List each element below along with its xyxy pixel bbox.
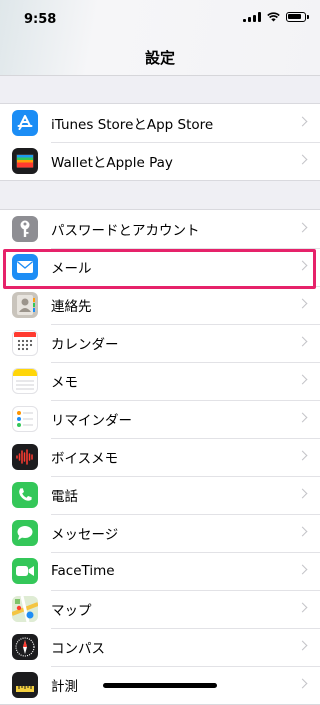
chevron-right-icon (297, 602, 308, 613)
settings-row-voice-memos[interactable]: ボイスメモ (0, 438, 320, 476)
settings-row-label: iTunes StoreとApp Store (51, 117, 214, 133)
voice-memos-icon (12, 444, 38, 470)
calendar-icon (12, 330, 38, 356)
chevron-right-icon (297, 488, 308, 499)
settings-row-label: FaceTime (51, 563, 115, 579)
cellular-signal-icon (243, 12, 261, 22)
chevron-right-icon (297, 298, 308, 309)
phone-icon (12, 482, 38, 508)
settings-group-apps: パスワードとアカウント メール 連絡先 カレンダー メモ リマインダー ボイスメ… (0, 209, 320, 705)
home-indicator[interactable] (103, 683, 217, 688)
settings-row-label: コンパス (51, 641, 105, 657)
notes-icon (12, 368, 38, 394)
settings-row-phone[interactable]: 電話 (0, 476, 320, 514)
wallet-icon (12, 148, 38, 174)
chevron-right-icon (297, 640, 308, 651)
maps-icon (12, 596, 38, 622)
settings-row-wallet[interactable]: WalletとApple Pay (0, 142, 320, 180)
chevron-right-icon (297, 564, 308, 575)
app-store-icon (12, 110, 38, 136)
compass-icon (12, 634, 38, 660)
page-title: 設定 (144, 49, 175, 67)
settings-group-store: iTunes StoreとApp Store WalletとApple Pay (0, 103, 320, 181)
settings-row-contacts[interactable]: 連絡先 (0, 286, 320, 324)
chevron-right-icon (297, 450, 308, 461)
settings-row-maps[interactable]: マップ (0, 590, 320, 628)
contacts-icon (12, 292, 38, 318)
navigation-header: 9:58 設定 (0, 0, 320, 76)
chevron-right-icon (297, 222, 308, 233)
settings-row-calendar[interactable]: カレンダー (0, 324, 320, 362)
chevron-right-icon (297, 336, 308, 347)
battery-icon (286, 12, 309, 22)
chevron-right-icon (297, 526, 308, 537)
chevron-right-icon (297, 154, 308, 165)
facetime-icon (12, 558, 38, 584)
settings-row-passwords-accounts[interactable]: パスワードとアカウント (0, 210, 320, 248)
status-time: 9:58 (24, 12, 57, 27)
mail-icon (12, 254, 38, 280)
key-icon (12, 216, 38, 242)
settings-row-compass[interactable]: コンパス (0, 628, 320, 666)
settings-row-label: 計測 (51, 679, 78, 695)
reminders-icon (12, 406, 38, 432)
messages-icon (12, 520, 38, 546)
chevron-right-icon (297, 260, 308, 271)
chevron-right-icon (297, 412, 308, 423)
settings-row-label: メッセージ (51, 527, 119, 543)
settings-row-label: メモ (51, 375, 78, 391)
settings-row-facetime[interactable]: FaceTime (0, 552, 320, 590)
chevron-right-icon (297, 116, 308, 127)
settings-row-itunes-app-store[interactable]: iTunes StoreとApp Store (0, 104, 320, 142)
chevron-right-icon (297, 374, 308, 385)
status-icons (243, 12, 309, 22)
settings-row-messages[interactable]: メッセージ (0, 514, 320, 552)
settings-row-label: マップ (51, 603, 92, 619)
settings-row-label: メール (51, 261, 92, 277)
settings-row-label: パスワードとアカウント (51, 223, 200, 239)
settings-row-notes[interactable]: メモ (0, 362, 320, 400)
settings-row-label: リマインダー (51, 413, 132, 429)
settings-row-label: カレンダー (51, 337, 119, 353)
chevron-right-icon (297, 678, 308, 689)
measure-icon (12, 672, 38, 698)
settings-row-label: 連絡先 (51, 299, 92, 315)
settings-row-reminders[interactable]: リマインダー (0, 400, 320, 438)
settings-row-label: WalletとApple Pay (51, 155, 173, 171)
wifi-icon (267, 12, 280, 22)
settings-row-label: 電話 (51, 489, 78, 505)
settings-row-label: ボイスメモ (51, 451, 119, 467)
settings-row-mail[interactable]: メール (0, 248, 320, 286)
